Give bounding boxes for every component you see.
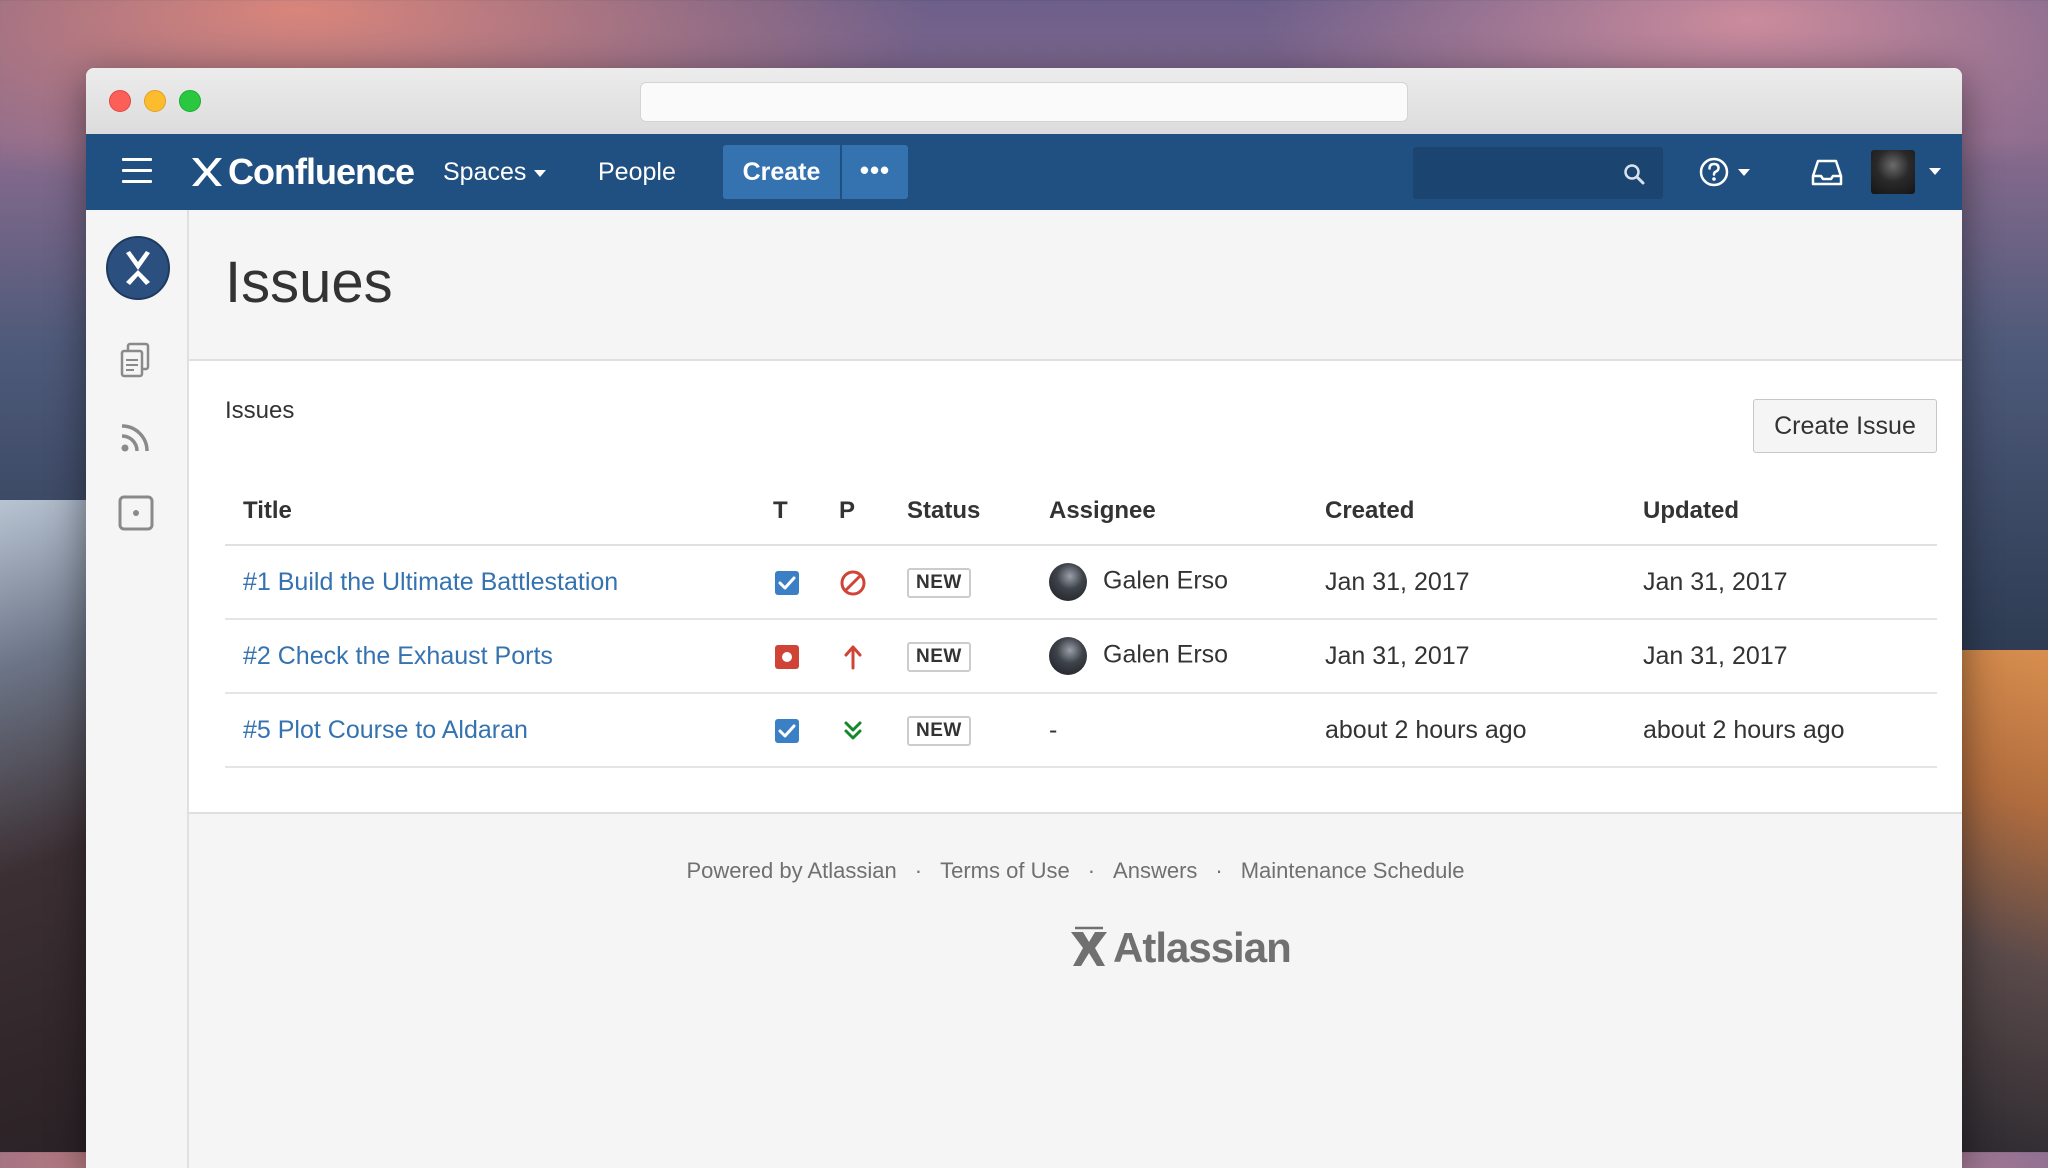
window-minimize-button[interactable] [144,90,166,112]
notifications-icon[interactable] [1810,156,1844,188]
avatar[interactable] [1049,637,1087,675]
window-close-button[interactable] [109,90,131,112]
checkbox-checked-icon [775,718,799,743]
confluence-logo-text: Confluence [228,151,415,192]
table-row: #5 Plot Course to Aldaran NEW - about 2 … [225,693,1937,768]
spaces-menu[interactable]: Spaces [443,134,547,210]
atlassian-logo-text: Atlassian [1113,924,1292,971]
footer-separator: · [1215,858,1223,883]
bug-icon [775,644,799,669]
table-row: #1 Build the Ultimate Battlestation NEW … [225,545,1937,620]
footer-link-maintenance[interactable]: Maintenance Schedule [1241,858,1465,883]
column-header-created[interactable]: Created [1307,478,1625,546]
chevron-down-icon [534,169,547,177]
spaces-label: Spaces [443,158,527,186]
confluence-logo[interactable]: Confluence [188,148,415,196]
space-sidebar [86,210,189,1168]
top-navbar: Confluence Spaces People Create ••• [86,134,1962,210]
page-title: Issues [225,250,393,315]
more-create-button[interactable]: ••• [842,145,908,199]
column-header-priority[interactable]: P [821,478,889,546]
assignee-name[interactable]: Galen Erso [1103,567,1228,595]
page-header: Issues [189,210,1962,361]
window-maximize-button[interactable] [179,90,201,112]
arrow-up-icon [844,645,862,670]
assignee-name[interactable]: Galen Erso [1103,641,1228,669]
updated-date: about 2 hours ago [1625,693,1937,768]
status-badge: NEW [907,642,971,672]
avatar[interactable] [1049,563,1087,601]
desktop-wallpaper-right [1958,650,2048,1152]
footer-link-answers[interactable]: Answers [1113,858,1197,883]
issue-title-link[interactable]: #5 Plot Course to Aldaran [243,716,528,744]
chevron-down-icon [1929,168,1941,175]
space-tools-icon[interactable] [116,493,156,533]
status-badge: NEW [907,716,971,746]
footer-separator: · [1087,858,1096,883]
created-date: Jan 31, 2017 [1307,619,1625,694]
issues-table: Title T P Status Assignee Created Update… [225,478,1937,768]
double-chevron-down-icon [844,721,862,740]
issue-title-link[interactable]: #1 Build the Ultimate Battlestation [243,568,618,596]
browser-window: Confluence Spaces People Create ••• Issu… [86,68,1962,1168]
issue-title-link[interactable]: #2 Check the Exhaust Ports [243,642,553,670]
create-issue-button[interactable]: Create Issue [1753,399,1937,453]
created-date: Jan 31, 2017 [1307,545,1625,620]
rebel-icon [126,251,150,285]
column-header-assignee[interactable]: Assignee [1031,478,1307,546]
assignee-name: - [1031,693,1307,768]
footer-separator: · [914,858,923,883]
checkbox-checked-icon [775,570,799,595]
column-header-title[interactable]: Title [225,478,755,546]
main-content: Issues Issues Create Issue Title T P Sta… [189,210,1962,1168]
status-badge: NEW [907,568,971,598]
page-footer: Powered by Atlassian · Terms of Use · Answer… [189,814,1962,1168]
blog-feed-icon[interactable] [116,417,156,457]
pages-icon[interactable] [116,340,156,380]
updated-date: Jan 31, 2017 [1625,619,1937,694]
created-date: about 2 hours ago [1307,693,1625,768]
atlassian-logo-icon [1071,926,1107,966]
space-logo[interactable] [106,236,170,300]
search-icon[interactable] [1623,163,1645,185]
search-input[interactable] [1423,157,1617,191]
updated-date: Jan 31, 2017 [1625,545,1937,620]
user-avatar-menu[interactable] [1871,148,1945,196]
table-row: #2 Check the Exhaust Ports NEW Galen Ers… [225,619,1937,694]
people-link[interactable]: People [598,134,676,210]
issues-section-label: Issues [225,397,295,424]
help-icon[interactable] [1698,156,1754,188]
footer-links: Powered by Atlassian · Terms of Use · Answer… [189,858,1962,884]
footer-link-terms[interactable]: Terms of Use [940,858,1070,883]
blocker-icon [840,570,866,596]
desktop-wallpaper-left [0,500,100,1152]
issues-panel: Issues Create Issue Title T P Status Ass… [189,361,1962,814]
column-header-status[interactable]: Status [889,478,1031,546]
address-bar[interactable] [640,82,1408,122]
menu-icon[interactable] [122,158,152,186]
atlassian-logo[interactable]: Atlassian [1067,924,1292,972]
table-header-row: Title T P Status Assignee Created Update… [225,478,1937,546]
column-header-type[interactable]: T [755,478,821,546]
avatar [1871,150,1915,194]
create-button[interactable]: Create [723,145,840,199]
footer-link-powered-by[interactable]: Powered by Atlassian [686,858,896,883]
window-titlebar [86,68,1962,135]
search-box [1413,147,1663,199]
column-header-updated[interactable]: Updated [1625,478,1937,546]
confluence-logo-icon [192,158,222,186]
